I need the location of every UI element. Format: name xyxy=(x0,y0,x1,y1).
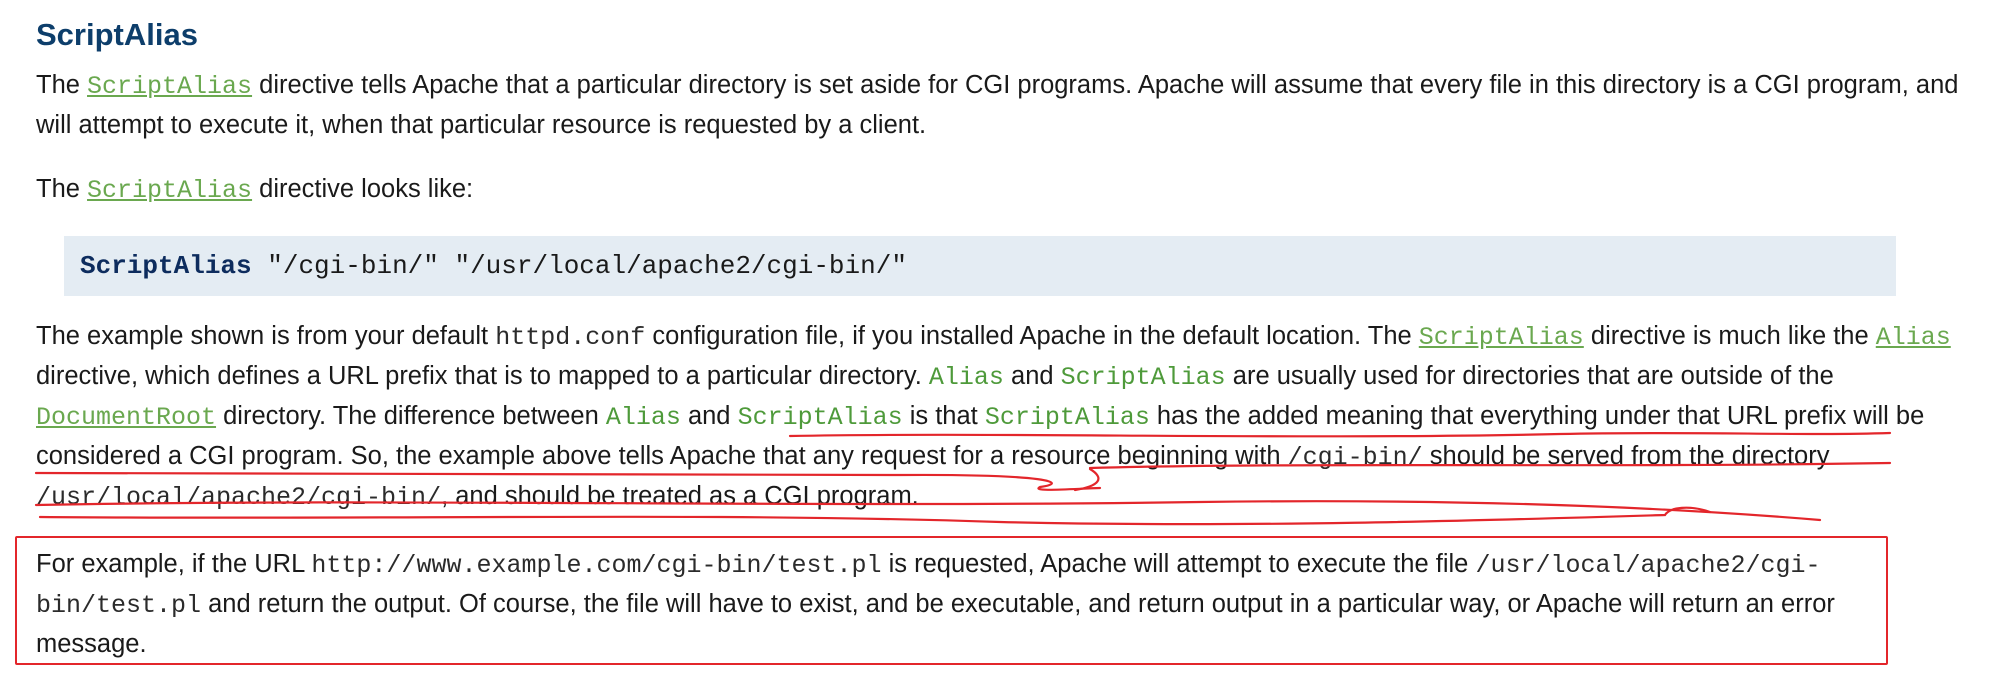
intro-paragraph: The ScriptAlias directive tells Apache t… xyxy=(36,66,1966,144)
text: The example shown is from your default xyxy=(36,322,496,350)
code-keyword: ScriptAlias xyxy=(80,251,252,281)
alias-link[interactable]: Alias xyxy=(1876,323,1951,352)
text: directive is much like the xyxy=(1583,322,1876,350)
red-highlight-box xyxy=(15,536,1888,665)
text: directory. The difference between xyxy=(216,402,606,430)
inline-code: ScriptAlias xyxy=(737,403,903,432)
explanation-paragraph: The example shown is from your default h… xyxy=(36,317,1966,517)
inline-code: /cgi-bin/ xyxy=(1287,443,1423,472)
code-example: ScriptAlias "/cgi-bin/" "/usr/local/apac… xyxy=(64,236,1896,296)
documentroot-link[interactable]: DocumentRoot xyxy=(36,403,216,432)
text: directive, which defines a URL prefix th… xyxy=(36,362,929,390)
text: should be served from the directory xyxy=(1422,442,1830,470)
text: and xyxy=(1003,362,1061,390)
inline-code: httpd.conf xyxy=(495,323,646,352)
text: , and should be treated as a CGI program… xyxy=(441,482,919,510)
inline-code: ScriptAlias xyxy=(1060,363,1226,392)
text: is that xyxy=(902,402,985,430)
inline-code: Alias xyxy=(928,363,1004,392)
section-heading: ScriptAlias xyxy=(36,17,198,52)
scriptalias-link[interactable]: ScriptAlias xyxy=(1419,323,1584,352)
code-args: "/cgi-bin/" "/usr/local/apache2/cgi-bin/… xyxy=(251,251,907,281)
scriptalias-link[interactable]: ScriptAlias xyxy=(87,72,252,101)
text: and xyxy=(680,402,738,430)
doc-content: ScriptAlias The ScriptAlias directive te… xyxy=(36,0,1966,517)
scriptalias-link[interactable]: ScriptAlias xyxy=(87,176,252,205)
inline-code: ScriptAlias xyxy=(984,403,1150,432)
inline-code: /usr/local/apache2/cgi-bin/ xyxy=(36,483,442,512)
text: directive looks like: xyxy=(252,175,474,203)
text: directive tells Apache that a particular… xyxy=(36,71,1959,139)
text: The xyxy=(36,175,88,203)
inline-code: Alias xyxy=(605,403,681,432)
text: configuration file, if you installed Apa… xyxy=(645,322,1419,350)
text: The xyxy=(36,71,88,99)
text: are usually used for directories that ar… xyxy=(1225,362,1834,390)
looks-like-paragraph: The ScriptAlias directive looks like: xyxy=(36,170,1966,210)
